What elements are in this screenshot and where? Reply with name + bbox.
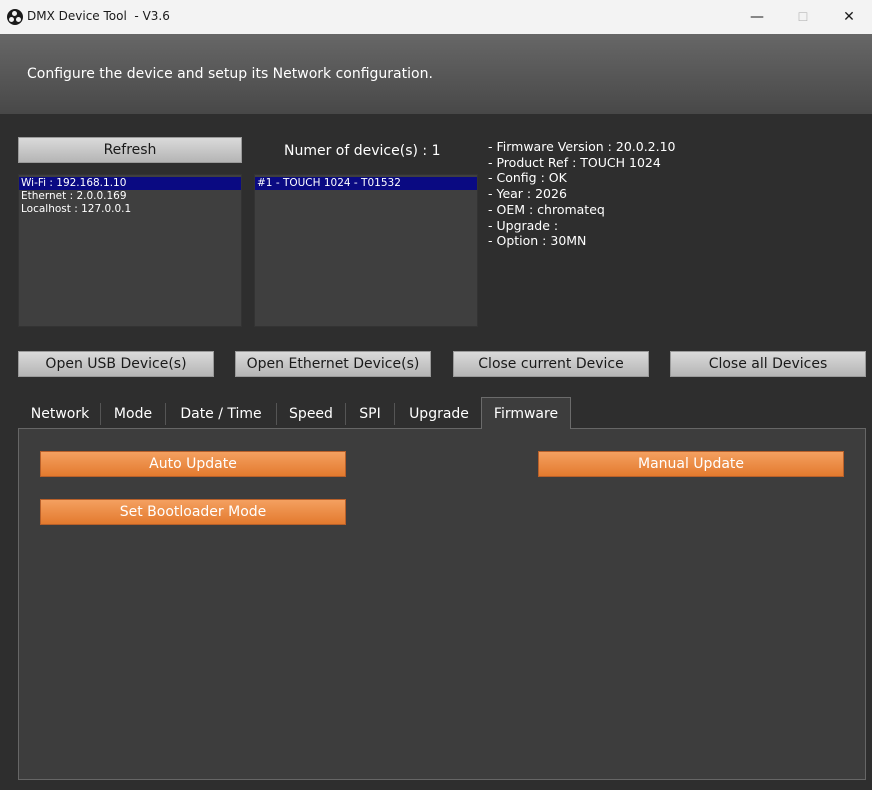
info-oem: - OEM : chromateq [488,201,605,217]
info-product-ref: - Product Ref : TOUCH 1024 [488,154,661,170]
device-count-label: Numer of device(s) : 1 [284,143,441,159]
minimize-button[interactable]: — [734,0,780,34]
close-all-devices-button[interactable]: Close all Devices [670,351,866,377]
refresh-button[interactable]: Refresh [18,137,242,163]
header-description: Configure the device and setup its Netwo… [27,66,433,82]
open-ethernet-button[interactable]: Open Ethernet Device(s) [235,351,431,377]
maximize-button[interactable]: ☐ [780,0,826,34]
interface-item-ethernet[interactable]: Ethernet : 2.0.0.169 [19,190,241,203]
info-option: - Option : 30MN [488,233,587,249]
tab-date-time[interactable]: Date / Time [168,399,274,428]
firmware-tab-panel: Auto Update Manual Update Set Bootloader… [18,428,866,780]
tab-firmware[interactable]: Firmware [481,397,571,429]
tab-spi[interactable]: SPI [348,399,392,428]
tab-separator [100,403,101,425]
tab-network[interactable]: Network [22,399,98,428]
info-config: - Config : OK [488,170,567,186]
window-title: DMX Device Tool - V3.6 [27,9,170,23]
info-upgrade: - Upgrade : [488,217,559,233]
tab-separator [276,403,277,425]
manual-update-button[interactable]: Manual Update [538,451,844,477]
close-current-device-button[interactable]: Close current Device [453,351,649,377]
auto-update-button[interactable]: Auto Update [40,451,346,477]
title-bar: DMX Device Tool - V3.6 — ☐ ✕ [0,0,872,34]
interface-item-wifi[interactable]: Wi-Fi : 192.168.1.10 [19,177,241,190]
info-year: - Year : 2026 [488,186,567,202]
set-bootloader-mode-button[interactable]: Set Bootloader Mode [40,499,346,525]
tab-upgrade[interactable]: Upgrade [397,399,481,428]
device-info-panel: - Firmware Version : 20.0.2.10 - Product… [488,139,676,249]
header-banner: Configure the device and setup its Netwo… [0,34,872,114]
tab-separator [165,403,166,425]
device-list[interactable]: #1 - TOUCH 1024 - T01532 [254,174,478,327]
tab-separator [394,403,395,425]
info-firmware-version: - Firmware Version : 20.0.2.10 [488,139,676,154]
device-item[interactable]: #1 - TOUCH 1024 - T01532 [255,177,477,190]
open-usb-button[interactable]: Open USB Device(s) [18,351,214,377]
app-logo-icon [7,9,23,25]
tab-speed[interactable]: Speed [279,399,343,428]
tab-separator [345,403,346,425]
interface-list[interactable]: Wi-Fi : 192.168.1.10 Ethernet : 2.0.0.16… [18,174,242,327]
interface-item-localhost[interactable]: Localhost : 127.0.0.1 [19,203,241,216]
tab-mode[interactable]: Mode [103,399,163,428]
close-window-button[interactable]: ✕ [826,0,872,34]
